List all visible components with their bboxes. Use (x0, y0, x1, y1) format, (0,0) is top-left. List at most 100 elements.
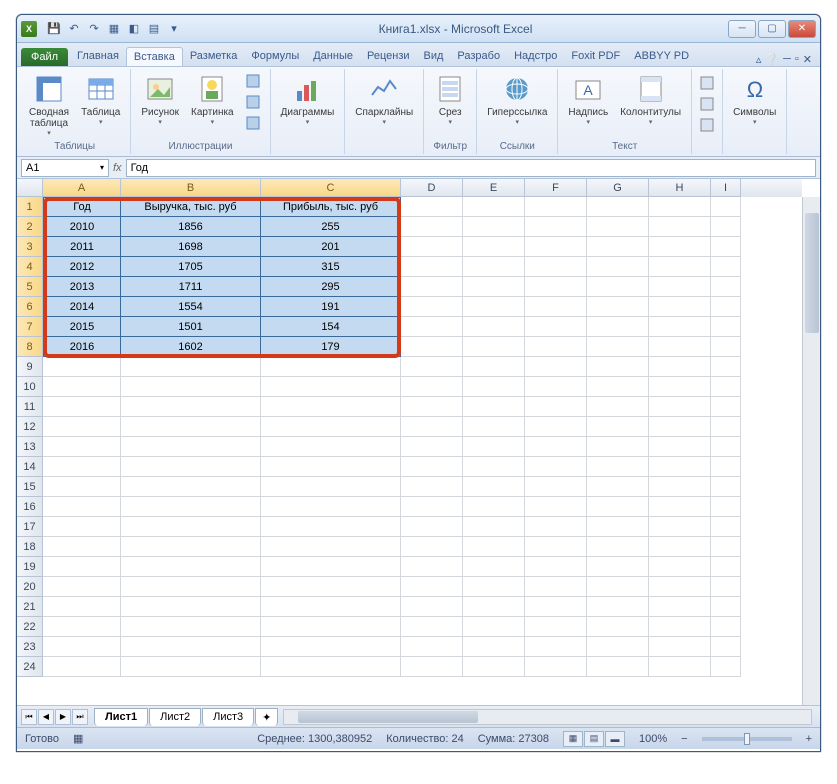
cell-E10[interactable] (463, 377, 525, 397)
cell-D11[interactable] (401, 397, 463, 417)
cell-G21[interactable] (587, 597, 649, 617)
cell-D3[interactable] (401, 237, 463, 257)
row-header-6[interactable]: 6 (17, 297, 43, 317)
cell-D19[interactable] (401, 557, 463, 577)
column-header-C[interactable]: C (261, 179, 401, 197)
vertical-scroll-thumb[interactable] (805, 213, 819, 333)
row-header-7[interactable]: 7 (17, 317, 43, 337)
shapes-button[interactable] (242, 71, 264, 91)
cell-C1[interactable]: Прибыль, тыс. руб (261, 197, 401, 217)
zoom-level[interactable]: 100% (639, 733, 667, 745)
cell-A19[interactable] (43, 557, 121, 577)
cell-E5[interactable] (463, 277, 525, 297)
cell-E12[interactable] (463, 417, 525, 437)
cell-H11[interactable] (649, 397, 711, 417)
cell-D1[interactable] (401, 197, 463, 217)
cell-E24[interactable] (463, 657, 525, 677)
cell-F9[interactable] (525, 357, 587, 377)
cell-A14[interactable] (43, 457, 121, 477)
cell-F5[interactable] (525, 277, 587, 297)
ribbon-tab-1[interactable]: Вставка (126, 47, 183, 66)
cell-D10[interactable] (401, 377, 463, 397)
cell-G14[interactable] (587, 457, 649, 477)
cell-E16[interactable] (463, 497, 525, 517)
cell-F6[interactable] (525, 297, 587, 317)
row-header-9[interactable]: 9 (17, 357, 43, 377)
ribbon-tab-2[interactable]: Разметка (183, 47, 245, 66)
cell-I9[interactable] (711, 357, 741, 377)
cell-C9[interactable] (261, 357, 401, 377)
cell-G2[interactable] (587, 217, 649, 237)
cell-F23[interactable] (525, 637, 587, 657)
cell-D17[interactable] (401, 517, 463, 537)
cell-H22[interactable] (649, 617, 711, 637)
headerfooter-button[interactable]: Колонтитулы▾ (616, 71, 685, 128)
cell-D4[interactable] (401, 257, 463, 277)
cell-G13[interactable] (587, 437, 649, 457)
row-header-11[interactable]: 11 (17, 397, 43, 417)
cell-E21[interactable] (463, 597, 525, 617)
cell-I3[interactable] (711, 237, 741, 257)
ribbon-tab-7[interactable]: Разрабо (450, 47, 507, 66)
cell-D8[interactable] (401, 337, 463, 357)
sheet-tab-2[interactable]: Лист3 (202, 708, 254, 726)
cell-A7[interactable]: 2015 (43, 317, 121, 337)
ribbon-tab-4[interactable]: Данные (306, 47, 360, 66)
sheet-next-button[interactable]: ▶ (55, 709, 71, 725)
column-header-G[interactable]: G (587, 179, 649, 197)
column-header-A[interactable]: A (43, 179, 121, 197)
cell-F24[interactable] (525, 657, 587, 677)
cell-C16[interactable] (261, 497, 401, 517)
cell-E15[interactable] (463, 477, 525, 497)
row-header-21[interactable]: 21 (17, 597, 43, 617)
cell-C6[interactable]: 191 (261, 297, 401, 317)
cell-B13[interactable] (121, 437, 261, 457)
cell-G4[interactable] (587, 257, 649, 277)
cell-A13[interactable] (43, 437, 121, 457)
cell-B1[interactable]: Выручка, тыс. руб (121, 197, 261, 217)
cell-H24[interactable] (649, 657, 711, 677)
cell-C24[interactable] (261, 657, 401, 677)
fx-icon[interactable]: fx (113, 162, 122, 174)
row-header-3[interactable]: 3 (17, 237, 43, 257)
qat-dropdown[interactable]: ▾ (165, 20, 183, 38)
cell-G12[interactable] (587, 417, 649, 437)
help-icon[interactable]: ❔ (765, 53, 779, 66)
cell-H2[interactable] (649, 217, 711, 237)
cell-E18[interactable] (463, 537, 525, 557)
cell-G5[interactable] (587, 277, 649, 297)
cell-I14[interactable] (711, 457, 741, 477)
row-header-1[interactable]: 1 (17, 197, 43, 217)
column-header-B[interactable]: B (121, 179, 261, 197)
cell-H20[interactable] (649, 577, 711, 597)
name-box[interactable]: A1▾ (21, 159, 109, 177)
cell-E22[interactable] (463, 617, 525, 637)
cell-G16[interactable] (587, 497, 649, 517)
zoom-in-button[interactable]: + (806, 733, 812, 745)
cell-H1[interactable] (649, 197, 711, 217)
row-header-10[interactable]: 10 (17, 377, 43, 397)
ribbon-tab-3[interactable]: Формулы (244, 47, 306, 66)
cell-C23[interactable] (261, 637, 401, 657)
cell-G23[interactable] (587, 637, 649, 657)
hyperlink-button[interactable]: Гиперссылка▾ (483, 71, 551, 128)
screenshot-button[interactable] (242, 113, 264, 133)
cell-F18[interactable] (525, 537, 587, 557)
cell-C17[interactable] (261, 517, 401, 537)
redo-button[interactable]: ↷ (85, 20, 103, 38)
cell-I22[interactable] (711, 617, 741, 637)
cell-C20[interactable] (261, 577, 401, 597)
cell-F7[interactable] (525, 317, 587, 337)
sigline-button[interactable] (696, 94, 718, 114)
cell-B18[interactable] (121, 537, 261, 557)
row-header-19[interactable]: 19 (17, 557, 43, 577)
row-header-24[interactable]: 24 (17, 657, 43, 677)
cell-C14[interactable] (261, 457, 401, 477)
cell-B16[interactable] (121, 497, 261, 517)
cells-area[interactable]: ГодВыручка, тыс. рубПрибыль, тыс. руб201… (43, 197, 802, 705)
horizontal-scrollbar[interactable] (283, 709, 812, 725)
cell-F10[interactable] (525, 377, 587, 397)
sheet-tab-1[interactable]: Лист2 (149, 708, 201, 726)
cell-I8[interactable] (711, 337, 741, 357)
cell-A5[interactable]: 2013 (43, 277, 121, 297)
